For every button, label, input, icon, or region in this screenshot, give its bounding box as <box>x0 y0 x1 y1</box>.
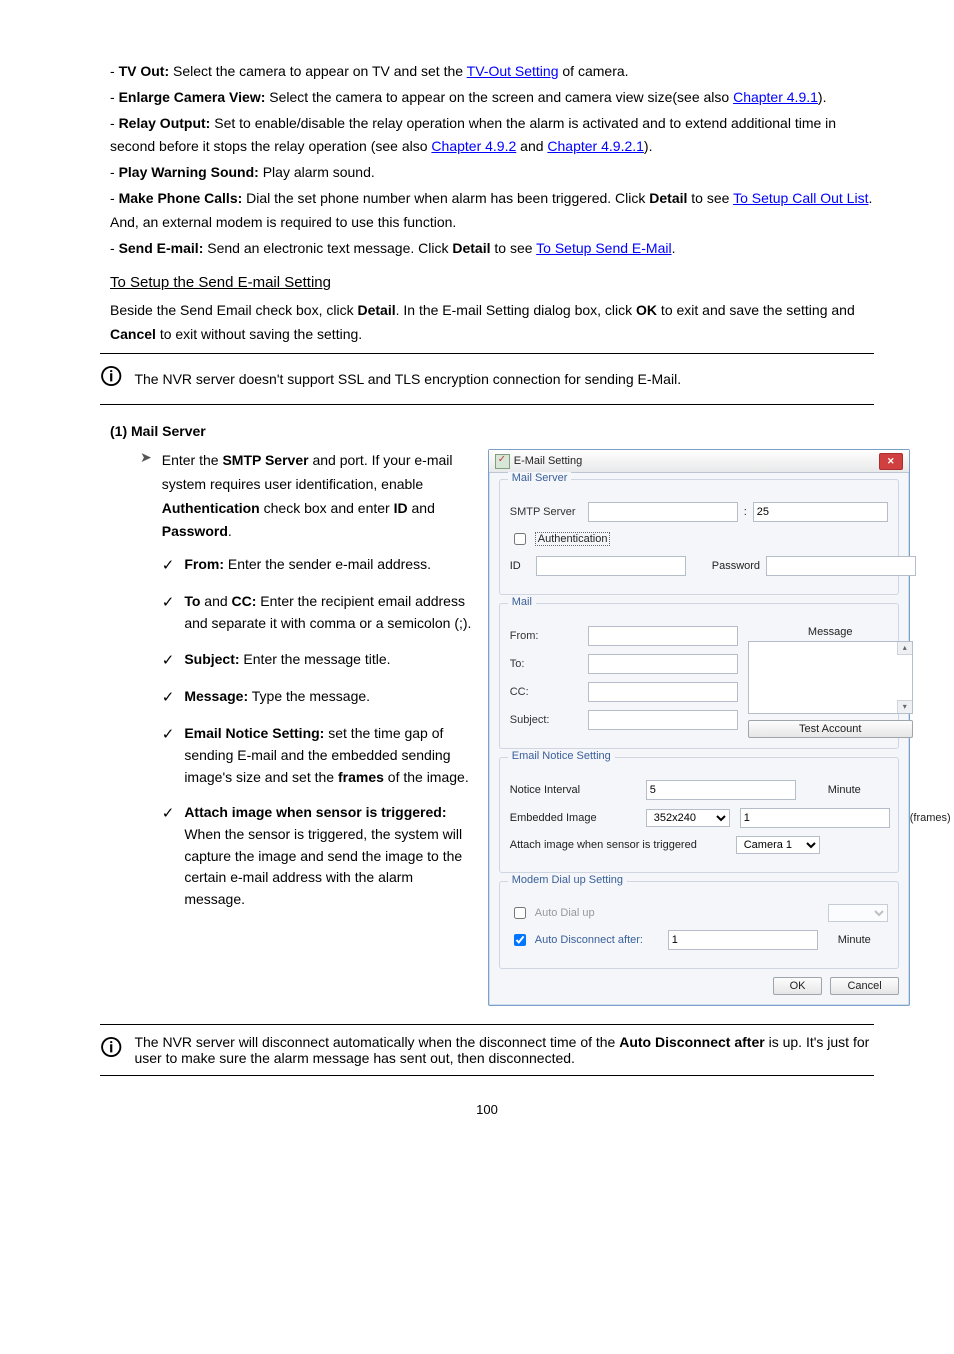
link-tvout-setting[interactable]: TV-Out Setting <box>467 63 559 79</box>
email-setting-dialog: E-Mail Setting ✕ Mail Server SMTP Server… <box>488 449 910 1006</box>
group-label: Mail <box>508 596 536 608</box>
text-playwarning: - Play Warning Sound: Play alarm sound. <box>110 161 874 185</box>
check-item-from: ✓From: Enter the sender e-mail address. <box>162 554 472 577</box>
auto-dial-select <box>828 904 888 922</box>
scroll-down-icon[interactable]: ▾ <box>897 700 912 713</box>
check-icon: ✓ <box>162 554 175 577</box>
check-icon: ✓ <box>162 649 175 672</box>
link-chapter-491[interactable]: Chapter 4.9.1 <box>733 89 818 105</box>
info-icon: 🛈 <box>100 1031 122 1069</box>
info-icon: 🛈 <box>100 360 122 398</box>
text-relay: - Relay Output: Set to enable/disable th… <box>110 112 874 160</box>
text-email-intro: Beside the Send Email check box, click D… <box>110 299 874 347</box>
dialog-titlebar: E-Mail Setting ✕ <box>489 450 909 473</box>
group-email-notice: Email Notice Setting Notice Interval Min… <box>499 757 899 873</box>
label-embedded-image: Embedded Image <box>510 812 640 824</box>
divider <box>100 353 874 354</box>
label-minute-2: Minute <box>838 934 888 946</box>
authentication-checkbox[interactable] <box>514 533 526 545</box>
check-icon: ✓ <box>162 802 175 825</box>
heading-send-email-setting: To Setup the Send E-mail Setting <box>110 274 874 291</box>
group-mail-server: Mail Server SMTP Server : Authenticati <box>499 479 899 595</box>
link-callout-list[interactable]: To Setup Call Out List <box>733 190 868 206</box>
text-mailserver-desc: Enter the SMTP Server and port. If your … <box>162 449 472 544</box>
group-label: Email Notice Setting <box>508 750 615 762</box>
label-auto-dial: Auto Dial up <box>535 907 595 919</box>
group-label: Mail Server <box>508 472 572 484</box>
cc-input[interactable] <box>588 682 738 702</box>
page-number: 100 <box>100 1102 874 1117</box>
check-icon: ✓ <box>162 723 175 746</box>
smtp-server-input[interactable] <box>588 502 738 522</box>
label-message: Message <box>748 626 913 638</box>
divider <box>100 1075 874 1076</box>
label-to: To: <box>510 658 582 670</box>
close-icon[interactable]: ✕ <box>879 453 903 470</box>
group-mail: Mail From: To: CC: Subject: <box>499 603 899 749</box>
to-input[interactable] <box>588 654 738 674</box>
auto-dial-checkbox[interactable] <box>514 907 526 919</box>
label-password: Password <box>712 560 760 572</box>
text-tvout: - TV Out: Select the camera to appear on… <box>110 60 874 84</box>
check-item-email-notice: ✓Email Notice Setting: set the time gap … <box>162 723 472 788</box>
test-account-button[interactable]: Test Account <box>748 720 913 738</box>
auto-disconnect-checkbox[interactable] <box>514 934 526 946</box>
embedded-frames-input[interactable] <box>740 808 890 828</box>
link-chapter-4921[interactable]: Chapter 4.9.2.1 <box>547 138 644 154</box>
label-from: From: <box>510 630 582 642</box>
password-input[interactable] <box>766 556 916 576</box>
cancel-button[interactable]: Cancel <box>830 977 898 995</box>
label-authentication: Authentication <box>535 532 611 546</box>
label-notice-interval: Notice Interval <box>510 784 640 796</box>
check-item-to-cc: ✓To and CC: Enter the recipient email ad… <box>162 591 472 634</box>
label-cc: CC: <box>510 686 582 698</box>
check-icon: ✓ <box>162 686 175 709</box>
divider <box>100 1024 874 1025</box>
message-textarea[interactable]: ▴ ▾ <box>748 641 913 714</box>
divider <box>100 404 874 405</box>
mail-server-row: ➤ Enter the SMTP Server and port. If you… <box>140 449 874 1006</box>
text-enlarge: - Enlarge Camera View: Select the camera… <box>110 86 874 110</box>
link-setup-send-email[interactable]: To Setup Send E-Mail <box>536 240 671 256</box>
group-modem: Modem Dial up Setting Auto Dial up Au <box>499 881 899 969</box>
smtp-port-input[interactable] <box>753 502 888 522</box>
group-label: Modem Dial up Setting <box>508 874 627 886</box>
ok-button[interactable]: OK <box>773 977 823 995</box>
info-note-1: 🛈 The NVR server doesn't support SSL and… <box>100 360 874 398</box>
label-auto-disconnect: Auto Disconnect after: <box>535 934 643 946</box>
label-frames: (frames) <box>910 812 951 824</box>
app-icon <box>495 454 510 469</box>
label-subject: Subject: <box>510 714 582 726</box>
check-item-message: ✓Message: Type the message. <box>162 686 472 709</box>
text-sendemail: - Send E-mail: Send an electronic text m… <box>110 237 874 261</box>
check-item-subject: ✓Subject: Enter the message title. <box>162 649 472 672</box>
check-item-attach-image: ✓Attach image when sensor is triggered: … <box>162 802 472 910</box>
attach-camera-select[interactable]: Camera 1 <box>736 836 820 854</box>
auto-disconnect-input[interactable] <box>668 930 818 950</box>
text-phonecalls: - Make Phone Calls: Dial the set phone n… <box>110 187 874 235</box>
dialog-title: E-Mail Setting <box>514 455 582 467</box>
info-note-2: 🛈 The NVR server will disconnect automat… <box>100 1031 874 1069</box>
scroll-up-icon[interactable]: ▴ <box>897 642 912 655</box>
label-attach: Attach image when sensor is triggered <box>510 839 730 851</box>
check-icon: ✓ <box>162 591 175 614</box>
port-separator: : <box>744 506 747 518</box>
notice-interval-input[interactable] <box>646 780 796 800</box>
label-minute: Minute <box>828 784 888 796</box>
label-id: ID <box>510 560 530 572</box>
from-input[interactable] <box>588 626 738 646</box>
arrow-icon: ➤ <box>140 449 152 466</box>
subject-input[interactable] <box>588 710 738 730</box>
link-chapter-492[interactable]: Chapter 4.9.2 <box>431 138 516 154</box>
label-smtp: SMTP Server <box>510 506 582 518</box>
heading-mail-server: (1) Mail Server <box>110 423 874 439</box>
embedded-size-select[interactable]: 352x240 <box>646 809 730 827</box>
id-input[interactable] <box>536 556 686 576</box>
